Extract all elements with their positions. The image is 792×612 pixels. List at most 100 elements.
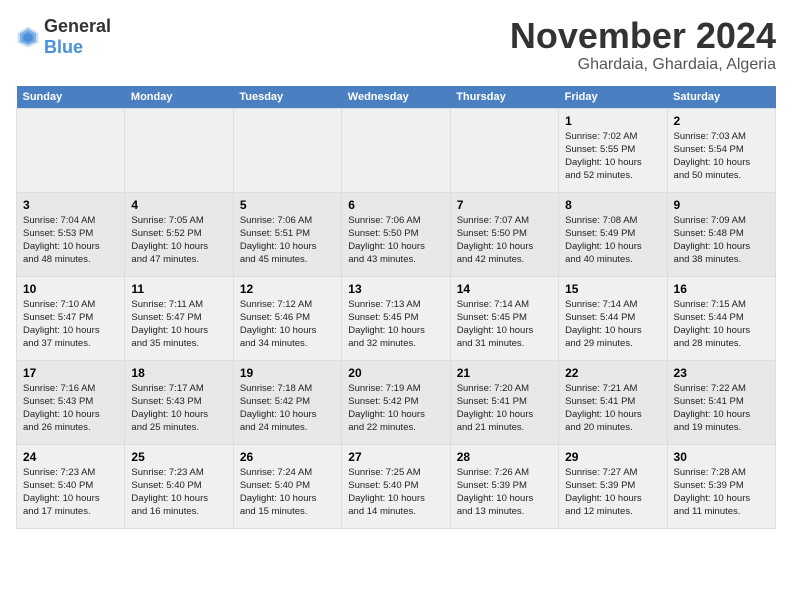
calendar-cell xyxy=(125,108,233,192)
day-number: 28 xyxy=(457,450,552,464)
calendar-cell: 12 Sunrise: 7:12 AMSunset: 5:46 PMDayligh… xyxy=(233,276,341,360)
calendar-cell: 21 Sunrise: 7:20 AMSunset: 5:41 PMDayligh… xyxy=(450,360,558,444)
day-number: 22 xyxy=(565,366,660,380)
day-number: 20 xyxy=(348,366,443,380)
day-info: Sunrise: 7:26 AMSunset: 5:39 PMDaylight:… xyxy=(457,466,552,519)
day-info: Sunrise: 7:09 AMSunset: 5:48 PMDaylight:… xyxy=(674,214,769,267)
day-info: Sunrise: 7:10 AMSunset: 5:47 PMDaylight:… xyxy=(23,298,118,351)
day-info: Sunrise: 7:28 AMSunset: 5:39 PMDaylight:… xyxy=(674,466,769,519)
day-info: Sunrise: 7:27 AMSunset: 5:39 PMDaylight:… xyxy=(565,466,660,519)
calendar-cell: 18Sunrise: 7:17 AMSunset: 5:43 PMDayligh… xyxy=(125,360,233,444)
calendar-cell xyxy=(233,108,341,192)
day-number: 26 xyxy=(240,450,335,464)
day-info: Sunrise: 7:06 AMSunset: 5:51 PMDaylight:… xyxy=(240,214,335,267)
logo-general: General xyxy=(44,16,111,36)
calendar-cell: 3 Sunrise: 7:04 AMSunset: 5:53 PMDaylight… xyxy=(17,192,125,276)
calendar-cell: 5 Sunrise: 7:06 AMSunset: 5:51 PMDaylight… xyxy=(233,192,341,276)
logo: General Blue xyxy=(16,16,111,58)
calendar-cell: 11 Sunrise: 7:11 AMSunset: 5:47 PMDayligh… xyxy=(125,276,233,360)
day-info: Sunrise: 7:07 AMSunset: 5:50 PMDaylight:… xyxy=(457,214,552,267)
calendar-cell: 28 Sunrise: 7:26 AMSunset: 5:39 PMDayligh… xyxy=(450,444,558,528)
calendar-cell: 24Sunrise: 7:23 AMSunset: 5:40 PMDayligh… xyxy=(17,444,125,528)
day-number: 2 xyxy=(674,114,769,128)
day-number: 14 xyxy=(457,282,552,296)
day-number: 11 xyxy=(131,282,226,296)
day-info: Sunrise: 7:18 AMSunset: 5:42 PMDaylight:… xyxy=(240,382,335,435)
day-number: 13 xyxy=(348,282,443,296)
calendar-cell: 2 Sunrise: 7:03 AMSunset: 5:54 PMDaylight… xyxy=(667,108,775,192)
calendar-cell: 16 Sunrise: 7:15 AMSunset: 5:44 PMDayligh… xyxy=(667,276,775,360)
day-number: 27 xyxy=(348,450,443,464)
logo-blue: Blue xyxy=(44,37,83,57)
col-tuesday: Tuesday xyxy=(233,86,341,109)
day-info: Sunrise: 7:03 AMSunset: 5:54 PMDaylight:… xyxy=(674,130,769,183)
calendar-cell: 23 Sunrise: 7:22 AMSunset: 5:41 PMDayligh… xyxy=(667,360,775,444)
day-info: Sunrise: 7:11 AMSunset: 5:47 PMDaylight:… xyxy=(131,298,226,351)
day-info: Sunrise: 7:06 AMSunset: 5:50 PMDaylight:… xyxy=(348,214,443,267)
day-info: Sunrise: 7:02 AMSunset: 5:55 PMDaylight:… xyxy=(565,130,660,183)
day-number: 25 xyxy=(131,450,226,464)
day-number: 19 xyxy=(240,366,335,380)
day-number: 5 xyxy=(240,198,335,212)
calendar-cell: 19 Sunrise: 7:18 AMSunset: 5:42 PMDayligh… xyxy=(233,360,341,444)
day-info: Sunrise: 7:23 AMSunset: 5:40 PMDaylight:… xyxy=(131,466,226,519)
month-title: November 2024 xyxy=(510,16,776,56)
week-row-4: 17Sunrise: 7:16 AMSunset: 5:43 PMDayligh… xyxy=(17,360,776,444)
day-number: 16 xyxy=(674,282,769,296)
calendar-cell: 1 Sunrise: 7:02 AMSunset: 5:55 PMDaylight… xyxy=(559,108,667,192)
calendar-cell: 7 Sunrise: 7:07 AMSunset: 5:50 PMDaylight… xyxy=(450,192,558,276)
calendar-table: Sunday Monday Tuesday Wednesday Thursday… xyxy=(16,86,776,529)
calendar-cell: 10 Sunrise: 7:10 AMSunset: 5:47 PMDayligh… xyxy=(17,276,125,360)
calendar-cell: 15 Sunrise: 7:14 AMSunset: 5:44 PMDayligh… xyxy=(559,276,667,360)
day-info: Sunrise: 7:20 AMSunset: 5:41 PMDaylight:… xyxy=(457,382,552,435)
calendar-cell: 26 Sunrise: 7:24 AMSunset: 5:40 PMDayligh… xyxy=(233,444,341,528)
day-info: Sunrise: 7:19 AMSunset: 5:42 PMDaylight:… xyxy=(348,382,443,435)
calendar-cell: 27 Sunrise: 7:25 AMSunset: 5:40 PMDayligh… xyxy=(342,444,450,528)
day-number: 29 xyxy=(565,450,660,464)
calendar-cell: 20 Sunrise: 7:19 AMSunset: 5:42 PMDayligh… xyxy=(342,360,450,444)
day-number: 18 xyxy=(131,366,226,380)
title-section: November 2024 Ghardaia, Ghardaia, Algeri… xyxy=(510,16,776,74)
calendar-cell xyxy=(450,108,558,192)
calendar-cell: 14Sunrise: 7:14 AMSunset: 5:45 PMDayligh… xyxy=(450,276,558,360)
day-info: Sunrise: 7:25 AMSunset: 5:40 PMDaylight:… xyxy=(348,466,443,519)
col-wednesday: Wednesday xyxy=(342,86,450,109)
calendar-cell: 17Sunrise: 7:16 AMSunset: 5:43 PMDayligh… xyxy=(17,360,125,444)
week-row-1: 1 Sunrise: 7:02 AMSunset: 5:55 PMDaylight… xyxy=(17,108,776,192)
logo-icon xyxy=(16,25,40,49)
day-info: Sunrise: 7:12 AMSunset: 5:46 PMDaylight:… xyxy=(240,298,335,351)
page-header: General Blue November 2024 Ghardaia, Gha… xyxy=(16,16,776,74)
day-number: 3 xyxy=(23,198,118,212)
day-info: Sunrise: 7:23 AMSunset: 5:40 PMDaylight:… xyxy=(23,466,118,519)
day-info: Sunrise: 7:15 AMSunset: 5:44 PMDaylight:… xyxy=(674,298,769,351)
day-number: 10 xyxy=(23,282,118,296)
calendar-cell: 25 Sunrise: 7:23 AMSunset: 5:40 PMDayligh… xyxy=(125,444,233,528)
day-number: 12 xyxy=(240,282,335,296)
logo-text: General Blue xyxy=(44,16,111,58)
col-monday: Monday xyxy=(125,86,233,109)
day-number: 9 xyxy=(674,198,769,212)
day-info: Sunrise: 7:21 AMSunset: 5:41 PMDaylight:… xyxy=(565,382,660,435)
day-number: 15 xyxy=(565,282,660,296)
day-info: Sunrise: 7:22 AMSunset: 5:41 PMDaylight:… xyxy=(674,382,769,435)
calendar-cell: 29 Sunrise: 7:27 AMSunset: 5:39 PMDayligh… xyxy=(559,444,667,528)
day-number: 21 xyxy=(457,366,552,380)
week-row-3: 10 Sunrise: 7:10 AMSunset: 5:47 PMDayligh… xyxy=(17,276,776,360)
col-saturday: Saturday xyxy=(667,86,775,109)
day-info: Sunrise: 7:05 AMSunset: 5:52 PMDaylight:… xyxy=(131,214,226,267)
day-number: 23 xyxy=(674,366,769,380)
week-row-2: 3 Sunrise: 7:04 AMSunset: 5:53 PMDaylight… xyxy=(17,192,776,276)
day-info: Sunrise: 7:14 AMSunset: 5:44 PMDaylight:… xyxy=(565,298,660,351)
col-friday: Friday xyxy=(559,86,667,109)
day-info: Sunrise: 7:13 AMSunset: 5:45 PMDaylight:… xyxy=(348,298,443,351)
location-title: Ghardaia, Ghardaia, Algeria xyxy=(510,56,776,74)
day-number: 1 xyxy=(565,114,660,128)
calendar-cell: 6Sunrise: 7:06 AMSunset: 5:50 PMDaylight… xyxy=(342,192,450,276)
calendar-cell: 4Sunrise: 7:05 AMSunset: 5:52 PMDaylight… xyxy=(125,192,233,276)
day-number: 7 xyxy=(457,198,552,212)
calendar-header-row: Sunday Monday Tuesday Wednesday Thursday… xyxy=(17,86,776,109)
day-info: Sunrise: 7:16 AMSunset: 5:43 PMDaylight:… xyxy=(23,382,118,435)
col-sunday: Sunday xyxy=(17,86,125,109)
day-info: Sunrise: 7:04 AMSunset: 5:53 PMDaylight:… xyxy=(23,214,118,267)
day-info: Sunrise: 7:24 AMSunset: 5:40 PMDaylight:… xyxy=(240,466,335,519)
